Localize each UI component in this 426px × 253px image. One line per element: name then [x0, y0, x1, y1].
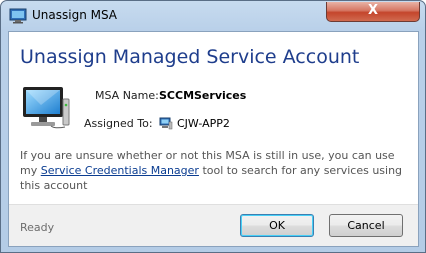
assigned-to-label: Assigned To:	[84, 117, 153, 130]
page-title: Unassign Managed Service Account	[20, 46, 360, 68]
dialog-window: Unassign MSA X Unassign Managed Service …	[0, 0, 426, 253]
info-text: If you are unsure whether or not this MS…	[20, 148, 412, 193]
title-bar[interactable]: Unassign MSA X	[1, 1, 425, 31]
ok-button[interactable]: OK	[240, 214, 314, 237]
status-text: Ready	[20, 221, 55, 234]
close-icon: X	[367, 3, 379, 18]
cancel-button[interactable]: Cancel	[329, 214, 403, 237]
assigned-to-value: CJW-APP2	[177, 117, 230, 130]
window-title: Unassign MSA	[32, 8, 118, 22]
computer-host-icon	[159, 117, 173, 130]
dialog-app-icon	[9, 8, 27, 24]
dialog-footer: Ready OK Cancel	[9, 204, 418, 246]
dialog-content: Unassign Managed Service Account MSA Nam…	[8, 31, 419, 247]
computer-icon	[21, 85, 71, 131]
msa-name-label: MSA Name:	[95, 89, 159, 102]
service-credentials-manager-link[interactable]: Service Credentials Manager	[41, 164, 199, 177]
msa-name-value: SCCMServices	[159, 89, 247, 102]
close-button[interactable]: X	[326, 2, 420, 22]
